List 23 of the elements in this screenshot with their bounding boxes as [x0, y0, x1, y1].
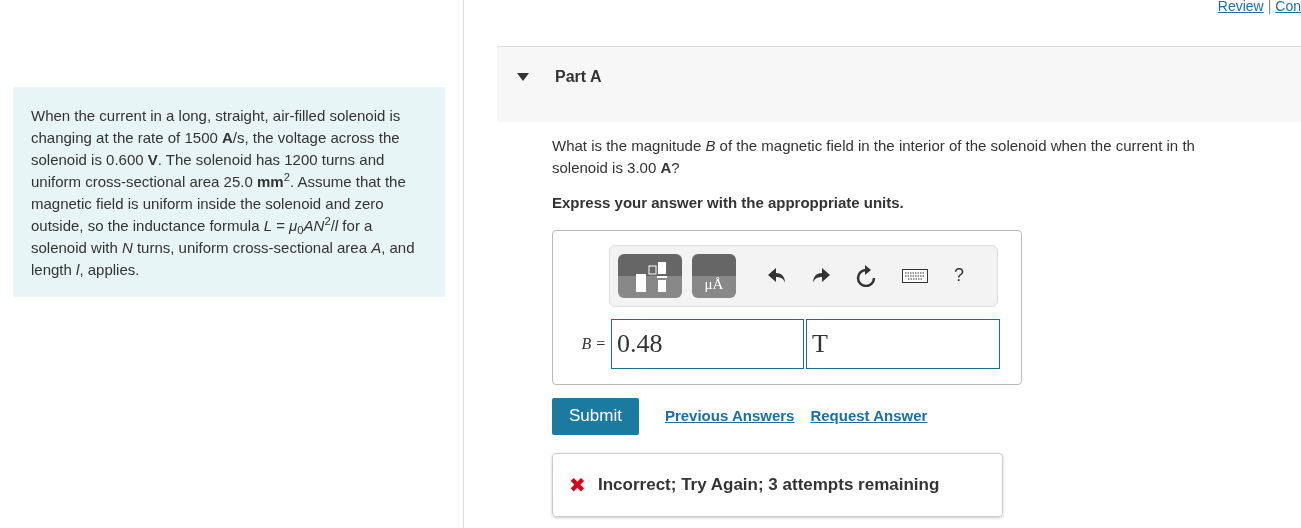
- answer-label: B =: [580, 333, 607, 354]
- undo-icon[interactable]: [768, 267, 786, 284]
- nav-link[interactable]: Con: [1275, 0, 1301, 17]
- link-separator: |: [1267, 0, 1272, 16]
- nav-link[interactable]: Review: [1217, 0, 1264, 17]
- submit-button[interactable]: Submit: [552, 397, 639, 435]
- instruction-text: Express your answer with the approppriate units.: [552, 193, 905, 213]
- cross-icon: ✖: [569, 469, 586, 500]
- reset-icon[interactable]: [856, 264, 876, 287]
- template-button[interactable]: [618, 253, 682, 298]
- unit-field[interactable]: T: [806, 318, 1000, 369]
- problem-text: When the current in a long, straight, air-filled solenoid is changing at the rate of 1500 A/s, the voltage across the solenoid is 0.600 V. The solenoid has 1200 turns and uniform cross-sectional area 25.0 mm$^{2}$. Assume that the magnetic field is uniform inside the solenoid and zero outside, so the inductance formula L = μ$_{0}$AN$^{2}$/l for a solenoid with N turns, uniform cross-sectional area A, and length l, applies.: [31, 106, 416, 280]
- question-text: What is the magnitude B of the magnetic field in the interior of the solenoid when the current in th solenoid is 3.00 A?: [552, 136, 1196, 178]
- keyboard-icon[interactable]: [902, 268, 928, 283]
- units-button[interactable]: μÅ: [692, 253, 736, 298]
- request-answer-link[interactable]: Request Answer: [810, 404, 928, 428]
- previous-answers-link[interactable]: Previous Answers: [664, 404, 795, 428]
- value-field[interactable]: 0.48: [611, 318, 804, 369]
- part-header[interactable]: Part A: [497, 46, 1301, 122]
- help-button[interactable]: ?: [954, 262, 964, 289]
- feedback-text: Incorrect; Try Again; 3 attempts remaining: [598, 473, 940, 496]
- redo-icon[interactable]: [812, 267, 830, 284]
- part-title: Part A: [555, 66, 602, 87]
